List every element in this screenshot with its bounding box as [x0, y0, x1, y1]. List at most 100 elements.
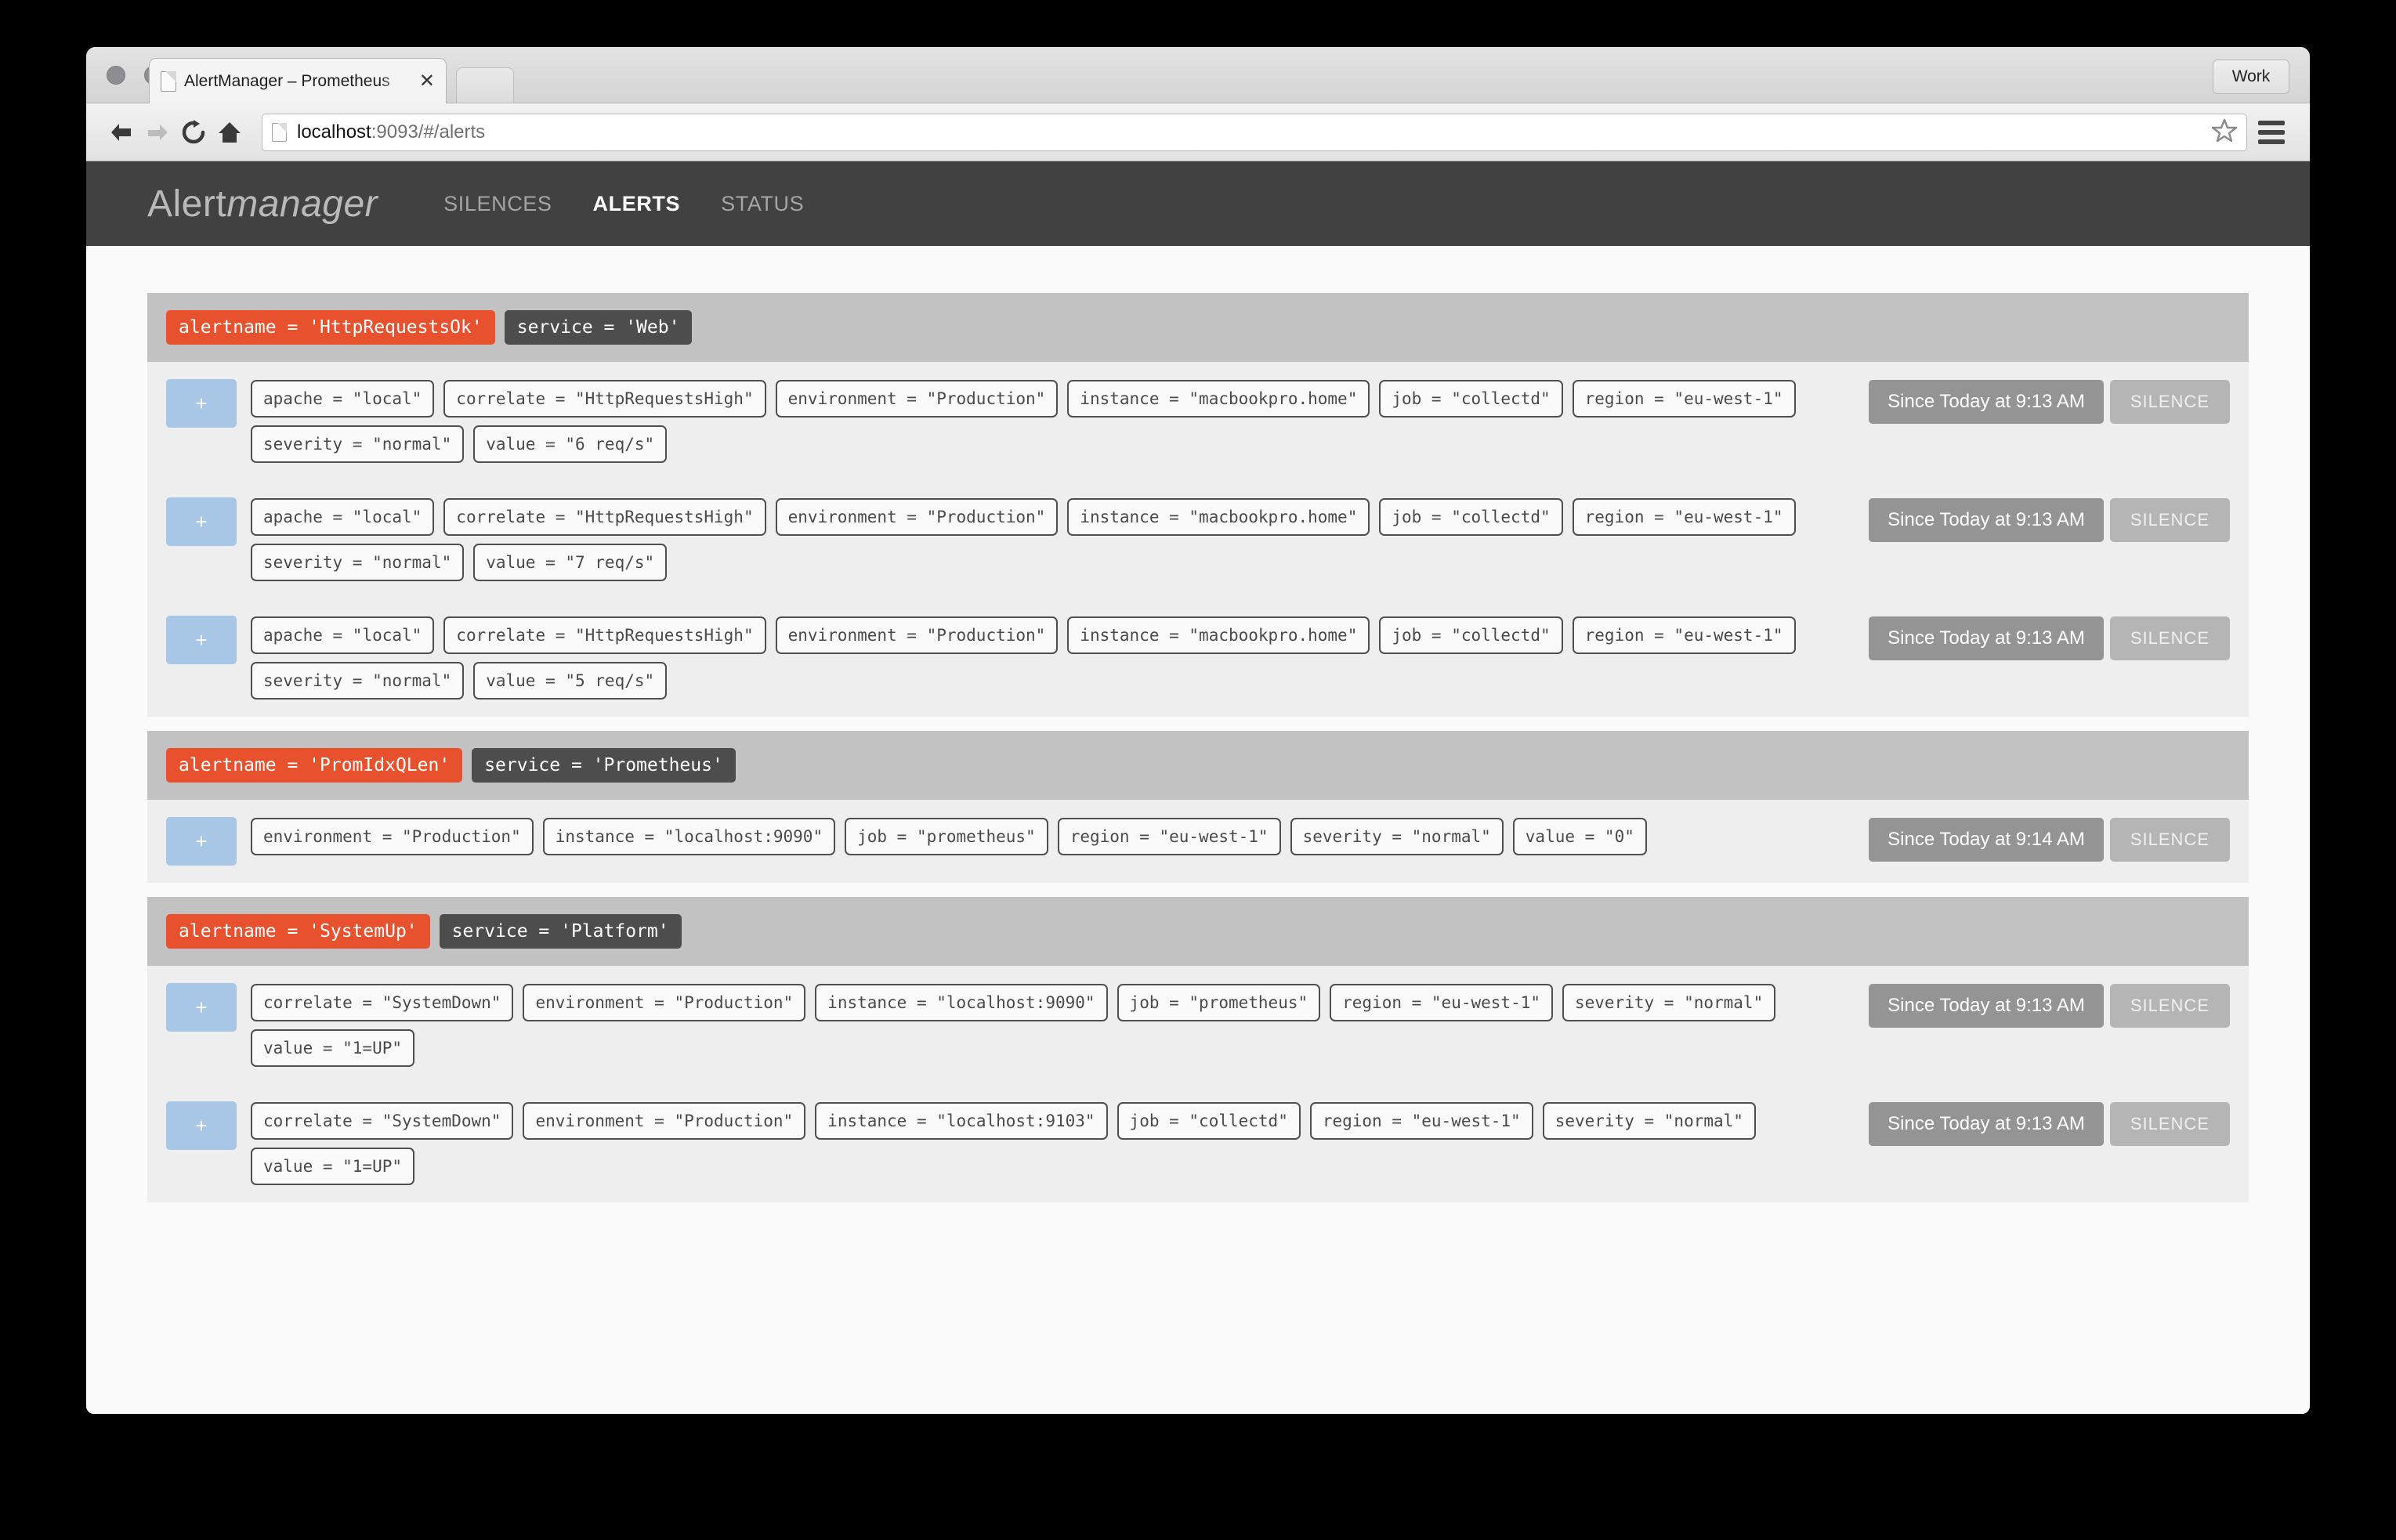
- url-path: :9093/#/alerts: [371, 121, 486, 143]
- alert-label-pill[interactable]: correlate = "HttpRequestsHigh": [443, 498, 766, 536]
- alert-labels: environment = "Production" instance = "lo…: [251, 817, 1818, 855]
- alert-label-pill[interactable]: environment = "Production": [523, 1102, 806, 1140]
- alert-label-pill[interactable]: severity = "normal": [1542, 1102, 1756, 1140]
- alert-label-pill[interactable]: severity = "normal": [251, 425, 465, 463]
- alert-label-pill[interactable]: job = "prometheus": [845, 818, 1048, 855]
- expand-alert-button[interactable]: +: [166, 616, 237, 664]
- alert-label-pill[interactable]: severity = "normal": [251, 544, 465, 581]
- alert-label-pill[interactable]: region = "eu-west-1": [1309, 1102, 1533, 1140]
- alert-label-pill[interactable]: value = "6 req/s": [473, 425, 668, 463]
- nav-link-silences[interactable]: SILENCES: [443, 192, 552, 216]
- silence-button[interactable]: SILENCE: [2109, 1102, 2230, 1146]
- alert-label-pill[interactable]: environment = "Production": [775, 498, 1059, 536]
- service-badge[interactable]: service = 'Platform': [439, 914, 682, 949]
- silence-button[interactable]: SILENCE: [2109, 984, 2230, 1028]
- alertname-badge[interactable]: alertname = 'SystemUp': [166, 914, 430, 949]
- silence-button[interactable]: SILENCE: [2109, 380, 2230, 424]
- star-icon[interactable]: [2211, 118, 2238, 146]
- expand-alert-button[interactable]: +: [166, 1101, 237, 1150]
- alert-label-pill[interactable]: region = "eu-west-1": [1572, 498, 1796, 536]
- alert-label-pill[interactable]: value = "0": [1512, 818, 1647, 855]
- since-button[interactable]: Since Today at 9:13 AM: [1869, 984, 2104, 1028]
- alert-label-pill[interactable]: job = "collectd": [1379, 616, 1563, 654]
- alert-label-pill[interactable]: severity = "normal": [251, 662, 465, 700]
- alert-label-pill[interactable]: apache = "local": [251, 616, 435, 654]
- alert-label-pill[interactable]: region = "eu-west-1": [1572, 380, 1796, 418]
- alert-label-pill[interactable]: instance = "localhost:9103": [815, 1102, 1108, 1140]
- alert-label-pill[interactable]: severity = "normal": [1290, 818, 1504, 855]
- alertmanager-app: Alertmanager SILENCES ALERTS STATUS aler…: [86, 161, 2310, 1414]
- silence-button[interactable]: SILENCE: [2109, 818, 2230, 862]
- app-nav-links: SILENCES ALERTS STATUS: [443, 192, 804, 216]
- alert-label-pill[interactable]: job = "collectd": [1117, 1102, 1301, 1140]
- alertname-badge[interactable]: alertname = 'PromIdxQLen': [166, 748, 463, 783]
- profile-button[interactable]: Work: [2213, 60, 2289, 94]
- home-icon[interactable]: [212, 114, 248, 150]
- alert-label-pill[interactable]: correlate = "HttpRequestsHigh": [443, 616, 766, 654]
- alert-label-pill[interactable]: job = "collectd": [1379, 380, 1563, 418]
- alert-group: alertname = 'HttpRequestsOk' service = 'W…: [147, 293, 2249, 717]
- alert-label-pill[interactable]: severity = "normal": [1562, 984, 1776, 1021]
- url-bar[interactable]: localhost:9093/#/alerts: [262, 113, 2247, 151]
- since-button[interactable]: Since Today at 9:13 AM: [1869, 380, 2104, 424]
- browser-tab-active[interactable]: AlertManager – Prometheus ✕: [149, 58, 447, 103]
- alert-row-actions: Since Today at 9:14 AM SILENCE: [1869, 817, 2230, 862]
- new-tab-button[interactable]: [456, 67, 514, 103]
- nav-link-status[interactable]: STATUS: [721, 192, 804, 216]
- alert-label-pill[interactable]: environment = "Production": [775, 616, 1059, 654]
- since-button[interactable]: Since Today at 9:13 AM: [1869, 498, 2104, 542]
- alert-labels: correlate = "SystemDown" environment = "P…: [251, 983, 1818, 1067]
- alert-row: + apache = "local" correlate = "HttpReques…: [147, 480, 2249, 598]
- alertname-badge[interactable]: alertname = 'HttpRequestsOk': [166, 310, 495, 345]
- since-button[interactable]: Since Today at 9:14 AM: [1869, 818, 2104, 862]
- app-logo[interactable]: Alertmanager: [147, 183, 378, 226]
- service-badge[interactable]: service = 'Web': [504, 310, 693, 345]
- alert-label-pill[interactable]: environment = "Production": [775, 380, 1059, 418]
- alerts-content: alertname = 'HttpRequestsOk' service = 'W…: [86, 246, 2310, 1414]
- alert-label-pill[interactable]: environment = "Production": [251, 818, 534, 855]
- alert-label-pill[interactable]: job = "prometheus": [1117, 984, 1321, 1021]
- alert-label-pill[interactable]: region = "eu-west-1": [1330, 984, 1553, 1021]
- alert-label-pill[interactable]: value = "1=UP": [251, 1148, 415, 1185]
- expand-alert-button[interactable]: +: [166, 497, 237, 546]
- url-host: localhost: [297, 121, 371, 143]
- alert-label-pill[interactable]: region = "eu-west-1": [1057, 818, 1281, 855]
- alert-label-pill[interactable]: apache = "local": [251, 380, 435, 418]
- nav-link-alerts[interactable]: ALERTS: [593, 192, 681, 216]
- alert-label-pill[interactable]: correlate = "SystemDown": [251, 984, 514, 1021]
- expand-alert-button[interactable]: +: [166, 817, 237, 866]
- reload-icon[interactable]: [176, 114, 212, 150]
- browser-toolbar: localhost:9093/#/alerts: [86, 103, 2310, 161]
- alert-label-pill[interactable]: environment = "Production": [523, 984, 806, 1021]
- since-button[interactable]: Since Today at 9:13 AM: [1869, 616, 2104, 660]
- alert-label-pill[interactable]: instance = "localhost:9090": [815, 984, 1108, 1021]
- alert-row-actions: Since Today at 9:13 AM SILENCE: [1869, 497, 2230, 542]
- expand-alert-button[interactable]: +: [166, 379, 237, 428]
- alert-label-pill[interactable]: job = "collectd": [1379, 498, 1563, 536]
- alert-label-pill[interactable]: value = "1=UP": [251, 1029, 415, 1067]
- alert-row: + apache = "local" correlate = "HttpReques…: [147, 362, 2249, 480]
- alert-label-pill[interactable]: apache = "local": [251, 498, 435, 536]
- alert-label-pill[interactable]: instance = "localhost:9090": [542, 818, 836, 855]
- alert-label-pill[interactable]: region = "eu-west-1": [1572, 616, 1796, 654]
- silence-button[interactable]: SILENCE: [2109, 616, 2230, 660]
- url-text: localhost:9093/#/alerts: [297, 121, 485, 143]
- forward-arrow-icon[interactable]: [139, 114, 176, 150]
- expand-alert-button[interactable]: +: [166, 983, 237, 1032]
- close-window-button[interactable]: [107, 66, 125, 85]
- since-button[interactable]: Since Today at 9:13 AM: [1869, 1102, 2104, 1146]
- service-badge[interactable]: service = 'Prometheus': [472, 748, 736, 783]
- alert-label-pill[interactable]: instance = "macbookpro.home": [1067, 616, 1370, 654]
- close-icon[interactable]: ✕: [419, 71, 435, 91]
- alert-label-pill[interactable]: correlate = "SystemDown": [251, 1102, 514, 1140]
- hamburger-menu-icon[interactable]: [2258, 115, 2293, 150]
- alert-label-pill[interactable]: correlate = "HttpRequestsHigh": [443, 380, 766, 418]
- alert-label-pill[interactable]: value = "5 req/s": [473, 662, 668, 700]
- alert-row: + correlate = "SystemDown" environment = "…: [147, 1084, 2249, 1202]
- page-favicon-icon: [161, 70, 176, 92]
- back-arrow-icon[interactable]: [103, 114, 139, 150]
- alert-label-pill[interactable]: value = "7 req/s": [473, 544, 668, 581]
- alert-label-pill[interactable]: instance = "macbookpro.home": [1067, 498, 1370, 536]
- alert-label-pill[interactable]: instance = "macbookpro.home": [1067, 380, 1370, 418]
- silence-button[interactable]: SILENCE: [2109, 498, 2230, 542]
